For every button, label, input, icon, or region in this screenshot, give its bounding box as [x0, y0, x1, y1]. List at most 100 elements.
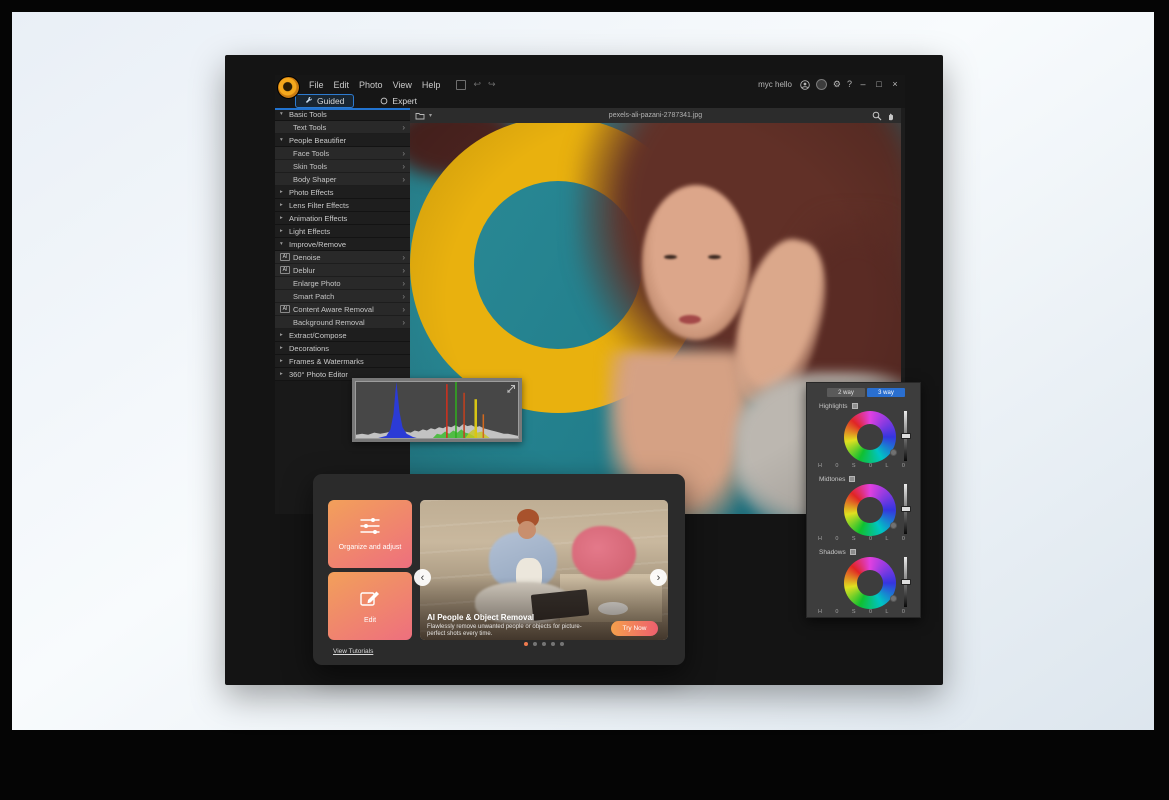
- triangle-right-icon: ▸: [280, 215, 289, 221]
- expert-icon: [380, 97, 388, 105]
- sidebar-item-photo-effects[interactable]: ▸Photo Effects: [275, 186, 410, 199]
- sidebar-list: ▾Basic ToolsText Tools›▾People Beautifie…: [275, 108, 410, 514]
- chevron-right-icon: ›: [402, 149, 405, 158]
- readout-value: 0: [835, 536, 838, 542]
- expand-icon[interactable]: [506, 384, 516, 394]
- carousel-dot[interactable]: [533, 642, 537, 646]
- luminance-slider[interactable]: [904, 484, 907, 534]
- sidebar-item-people-beautifier[interactable]: ▾People Beautifier: [275, 134, 410, 147]
- minimize-button[interactable]: –: [858, 80, 868, 89]
- sidebar-item-enlarge-photo[interactable]: Enlarge Photo›: [275, 277, 410, 290]
- edit-card[interactable]: Edit: [328, 572, 412, 640]
- menu-view[interactable]: View: [393, 80, 412, 90]
- notifications-icon[interactable]: [816, 79, 827, 90]
- sidebar-item-label: Body Shaper: [293, 175, 402, 184]
- try-now-button[interactable]: Try Now: [611, 621, 658, 636]
- pan-hand-icon[interactable]: [886, 111, 896, 121]
- hue-wheel[interactable]: [844, 557, 896, 609]
- triangle-right-icon: ▸: [280, 189, 289, 195]
- hue-wheel[interactable]: [844, 411, 896, 463]
- sidebar-item-animation-effects[interactable]: ▸Animation Effects: [275, 212, 410, 225]
- carousel-next-button[interactable]: ›: [650, 569, 667, 586]
- reset-knob[interactable]: [890, 522, 897, 529]
- hue-wheel[interactable]: [844, 484, 896, 536]
- menu-photo[interactable]: Photo: [359, 80, 383, 90]
- sidebar-item-lens-filter-effects[interactable]: ▸Lens Filter Effects: [275, 199, 410, 212]
- color-panel-tabs: 2 way3 way: [827, 388, 920, 397]
- carousel-dot[interactable]: [551, 642, 555, 646]
- sidebar-item-improve-remove[interactable]: ▾Improve/Remove: [275, 238, 410, 251]
- panel-toggle-icon[interactable]: [456, 80, 466, 90]
- chevron-right-icon: ›: [402, 292, 405, 301]
- undo-icon[interactable]: ↩: [473, 79, 481, 90]
- welcome-panel: Organize and adjust Edit View Tutorials: [313, 474, 685, 665]
- user-label: myc hello: [758, 80, 792, 89]
- tab-guided[interactable]: Guided: [295, 94, 354, 108]
- sidebar-item-skin-tools[interactable]: Skin Tools›: [275, 160, 410, 173]
- redo-icon[interactable]: ↪: [488, 79, 496, 90]
- sidebar-item-label: Improve/Remove: [289, 240, 405, 249]
- sidebar-item-light-effects[interactable]: ▸Light Effects: [275, 225, 410, 238]
- chevron-right-icon: ›: [402, 123, 405, 132]
- reset-knob[interactable]: [890, 449, 897, 456]
- maximize-button[interactable]: □: [874, 80, 884, 89]
- sidebar-item-label: Denoise: [293, 253, 402, 262]
- file-browser-button[interactable]: ▾: [415, 112, 432, 120]
- luminance-slider[interactable]: [904, 557, 907, 607]
- close-button[interactable]: ×: [890, 80, 900, 89]
- dropdown-caret-icon: ▾: [429, 112, 432, 119]
- menu-help[interactable]: Help: [422, 80, 441, 90]
- sidebar-item-face-tools[interactable]: Face Tools›: [275, 147, 410, 160]
- sidebar-item-decorations[interactable]: ▸Decorations: [275, 342, 410, 355]
- sidebar-item-text-tools[interactable]: Text Tools›: [275, 121, 410, 134]
- help-icon[interactable]: ?: [847, 80, 852, 89]
- ai-badge: AI: [280, 305, 290, 313]
- readout-value: 0: [869, 536, 872, 542]
- sidebar-item-smart-patch[interactable]: Smart Patch›: [275, 290, 410, 303]
- slider-handle[interactable]: [901, 506, 911, 512]
- checkbox[interactable]: [850, 549, 856, 555]
- triangle-right-icon: ▸: [280, 358, 289, 364]
- menu-edit[interactable]: Edit: [334, 80, 350, 90]
- histogram-panel: [352, 378, 522, 442]
- reset-knob[interactable]: [890, 595, 897, 602]
- sidebar-item-body-shaper[interactable]: Body Shaper›: [275, 173, 410, 186]
- carousel-dot[interactable]: [524, 642, 528, 646]
- color-section-shadows: ShadowsH0S0L0: [807, 545, 920, 618]
- triangle-right-icon: ▸: [280, 345, 289, 351]
- readout-value: H: [818, 609, 822, 615]
- zoom-icon[interactable]: [872, 111, 882, 121]
- sidebar-item-deblur[interactable]: AIDeblur›: [275, 264, 410, 277]
- sidebar-item-extract-compose[interactable]: ▸Extract/Compose: [275, 329, 410, 342]
- sidebar-item-content-aware-removal[interactable]: AIContent Aware Removal›: [275, 303, 410, 316]
- slider-handle[interactable]: [901, 579, 911, 585]
- readout-value: 0: [869, 609, 872, 615]
- color-tab-2-way[interactable]: 2 way: [827, 388, 865, 397]
- canvas-toolbar: ▾ pexels-ali-pazani-2787341.jpg: [410, 108, 901, 123]
- carousel-prev-button[interactable]: ‹: [414, 569, 431, 586]
- luminance-slider[interactable]: [904, 411, 907, 461]
- sidebar-item-label: Decorations: [289, 344, 405, 353]
- sidebar-item-denoise[interactable]: AIDenoise›: [275, 251, 410, 264]
- organize-adjust-card[interactable]: Organize and adjust: [328, 500, 412, 568]
- triangle-right-icon: ▸: [280, 332, 289, 338]
- wrench-icon: [305, 97, 313, 105]
- settings-gear-icon[interactable]: ⚙: [833, 80, 841, 89]
- sidebar-item-label: Background Removal: [293, 318, 402, 327]
- view-tutorials-link[interactable]: View Tutorials: [333, 648, 373, 655]
- sidebar-item-label: People Beautifier: [289, 136, 405, 145]
- carousel-dot[interactable]: [542, 642, 546, 646]
- checkbox[interactable]: [849, 476, 855, 482]
- carousel-dot[interactable]: [560, 642, 564, 646]
- tab-expert[interactable]: Expert: [370, 94, 427, 108]
- color-section-label: Midtones: [819, 476, 845, 483]
- sidebar-item-frames-watermarks[interactable]: ▸Frames & Watermarks: [275, 355, 410, 368]
- color-tab-3-way[interactable]: 3 way: [867, 388, 905, 397]
- checkbox[interactable]: [852, 403, 858, 409]
- slider-handle[interactable]: [901, 433, 911, 439]
- color-section-label: Shadows: [819, 549, 846, 556]
- menu-file[interactable]: File: [309, 80, 324, 90]
- user-avatar-icon[interactable]: [800, 80, 810, 90]
- sidebar-item-background-removal[interactable]: Background Removal›: [275, 316, 410, 329]
- color-section-midtones: MidtonesH0S0L0: [807, 472, 920, 545]
